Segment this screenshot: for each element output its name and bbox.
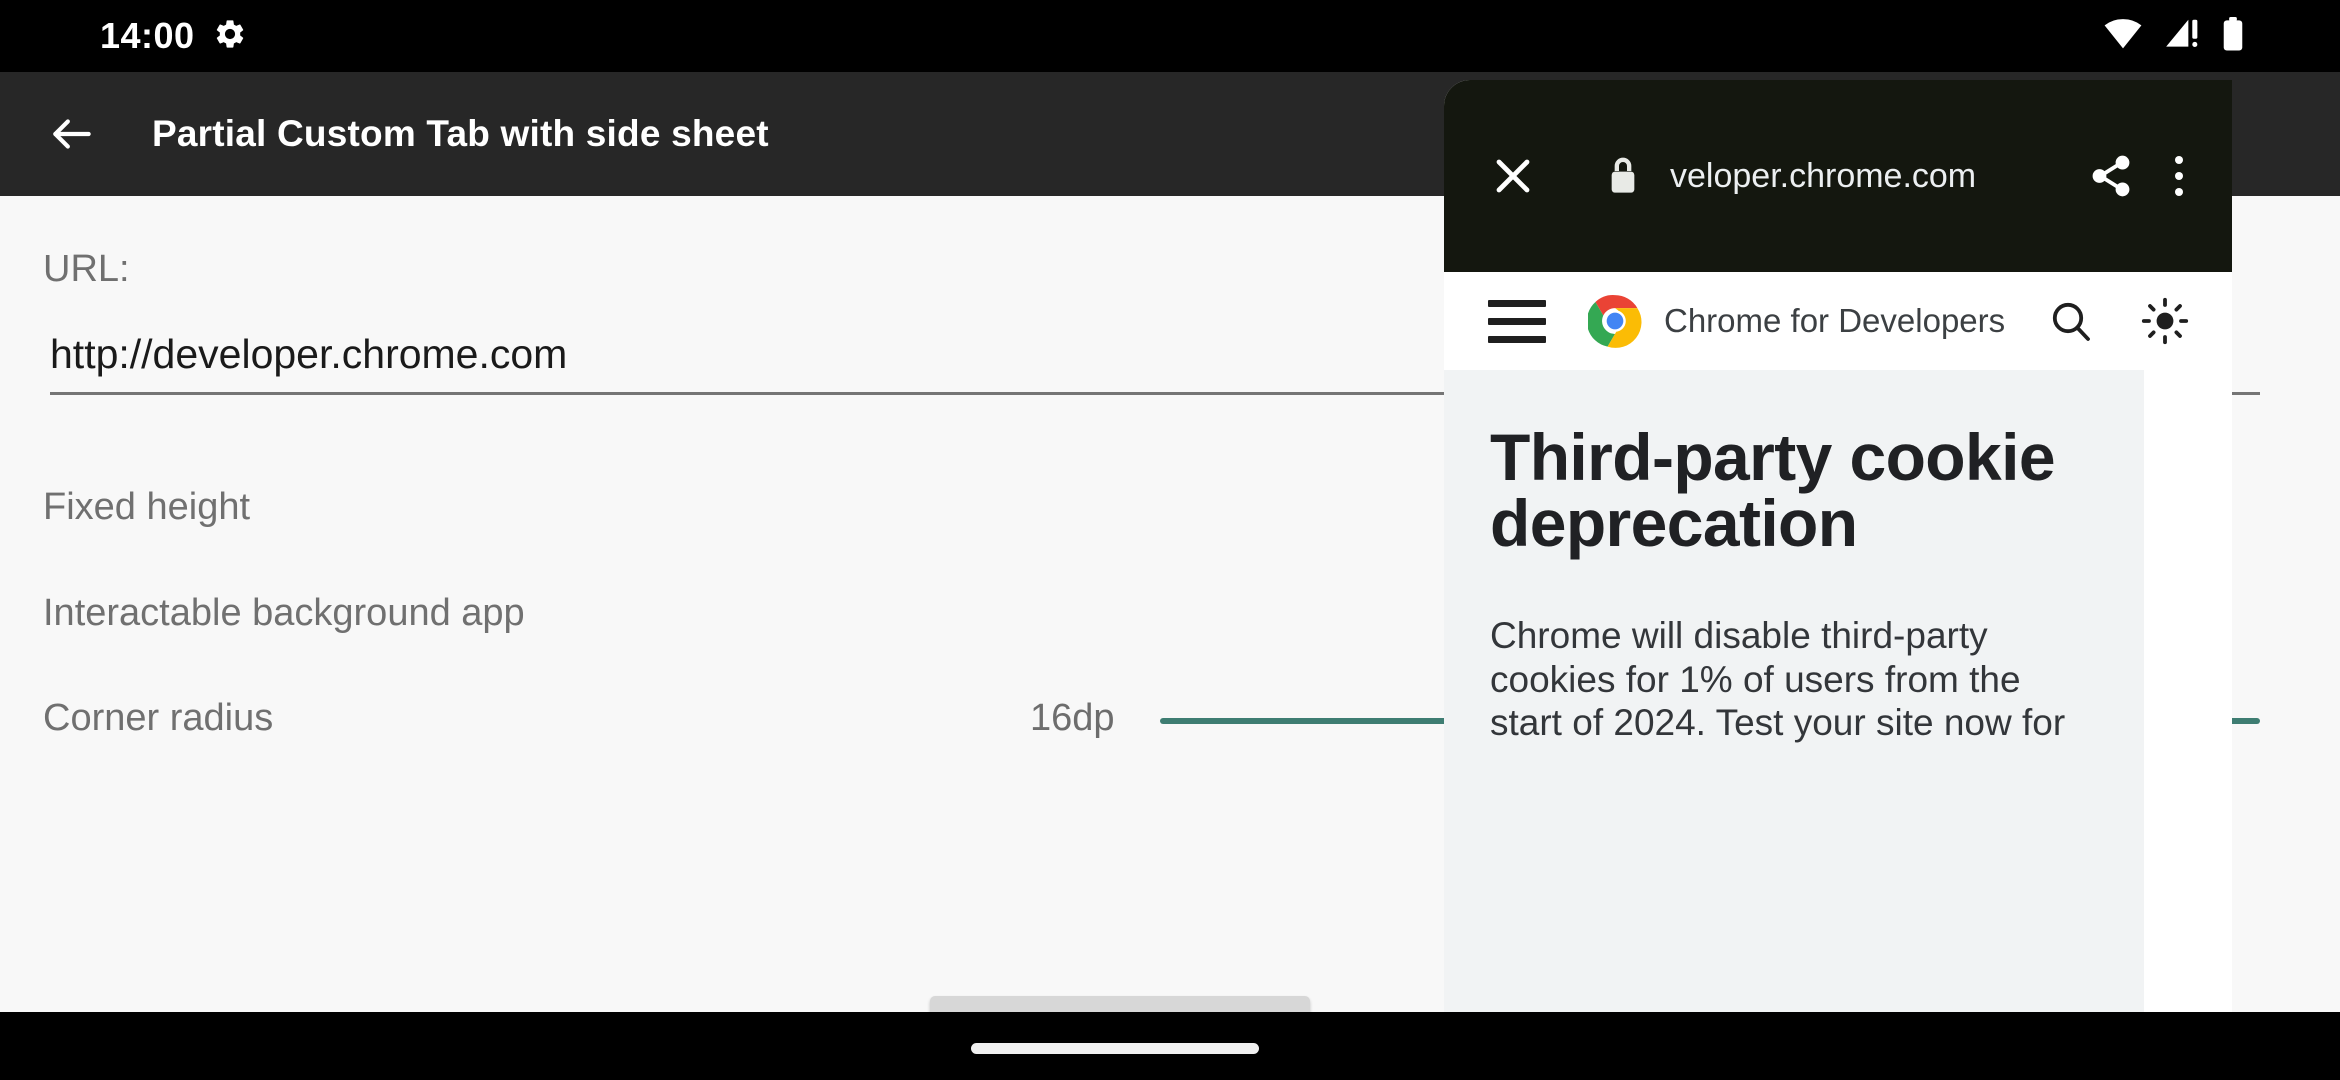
battery-icon: [2221, 16, 2245, 56]
close-icon[interactable]: [1478, 141, 1548, 211]
article-title: Third-party cookie deprecation: [1490, 420, 2056, 560]
cellular-no-service-icon: [2163, 18, 2201, 55]
site-name[interactable]: Chrome for Developers: [1664, 302, 2005, 340]
site-header: Chrome for Developers: [1444, 272, 2232, 370]
brightness-icon[interactable]: [2134, 290, 2196, 352]
corner-radius-value: 16dp: [1030, 697, 1115, 739]
status-bar-left: 14:00: [100, 15, 247, 57]
wifi-icon: [2103, 18, 2143, 55]
status-bar-clock: 14:00: [100, 15, 195, 56]
back-button[interactable]: [42, 104, 102, 164]
navigation-bar: [0, 1012, 2340, 1080]
home-gesture-pill[interactable]: [971, 1043, 1259, 1054]
interactable-background-option[interactable]: Interactable background app: [43, 592, 525, 635]
status-bar-right: [2103, 16, 2245, 56]
fixed-height-option[interactable]: Fixed height: [43, 486, 250, 529]
article: Third-party cookie deprecation Chrome wi…: [1444, 370, 2144, 1012]
custom-tab-side-sheet: veloper.chrome.com Chrome for Developers…: [1444, 80, 2232, 1012]
page-title: Partial Custom Tab with side sheet: [152, 113, 769, 154]
gear-icon: [213, 17, 247, 56]
url-label: URL:: [43, 248, 130, 290]
chrome-logo-icon: [1586, 294, 1642, 348]
corner-radius-label: Corner radius: [43, 697, 274, 739]
more-vertical-icon[interactable]: [2146, 141, 2212, 211]
page-right-margin: [2144, 370, 2232, 1012]
share-icon[interactable]: [2076, 141, 2146, 211]
android-device-screen: 14:00 Partial Custom Tab with side sheet…: [0, 0, 2340, 1080]
custom-tab-url[interactable]: veloper.chrome.com: [1670, 157, 1976, 196]
lock-icon[interactable]: [1598, 156, 1648, 196]
search-icon[interactable]: [2040, 290, 2102, 352]
custom-tab-toolbar: veloper.chrome.com: [1444, 80, 2232, 272]
web-page-content: Third-party cookie deprecation Chrome wi…: [1444, 370, 2232, 1012]
status-bar: 14:00: [0, 0, 2340, 72]
article-body: Chrome will disable third-party cookies …: [1490, 615, 2066, 744]
hamburger-menu-icon[interactable]: [1488, 299, 1546, 343]
